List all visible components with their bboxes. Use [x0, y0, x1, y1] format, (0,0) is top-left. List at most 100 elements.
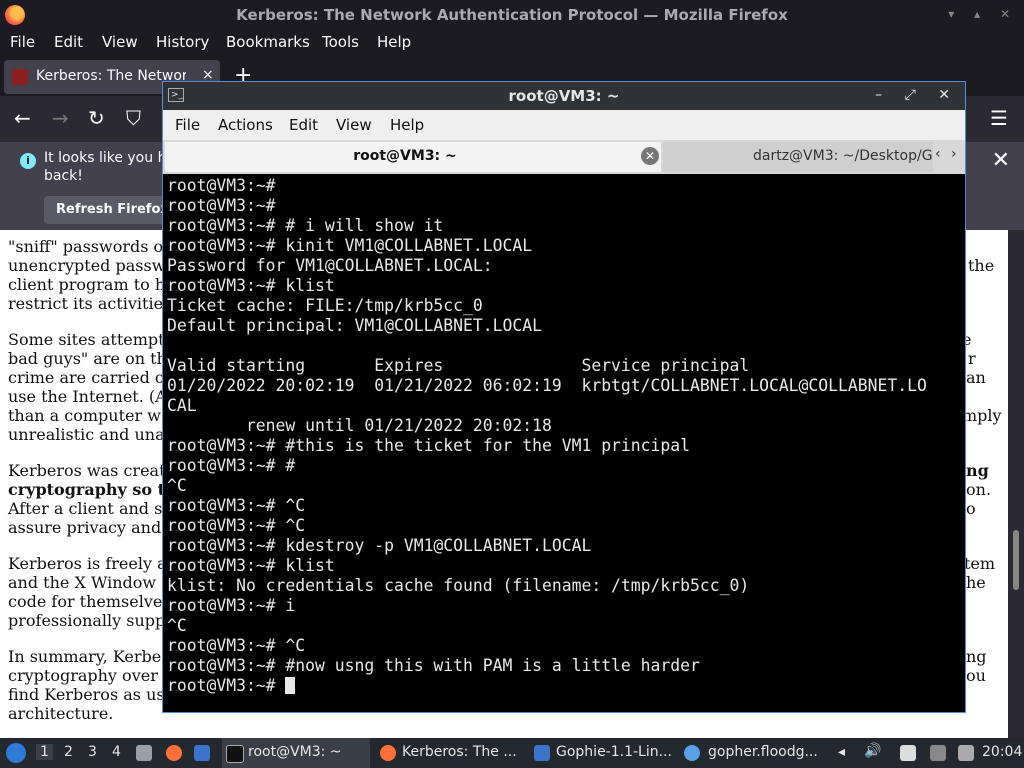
github-task-icon — [684, 745, 700, 761]
page-line: crime are carried o — [8, 368, 165, 387]
terminal-line: klist: No credentials cache found (filen… — [167, 576, 750, 595]
terminal-line: Ticket cache: FILE:/tmp/krb5cc_0 — [167, 296, 483, 315]
page-line: cryptography so t — [8, 480, 166, 499]
page-line: assure privacy and — [8, 518, 162, 537]
hamburger-menu-icon[interactable]: ☰ — [990, 106, 1008, 130]
page-line: client program to h — [8, 275, 166, 294]
firefox-window-controls[interactable]: ▾ ▴ ✕ — [948, 7, 1018, 21]
terminal-text: root@VM3:~# root@VM3:~# root@VM3:~# # i … — [167, 176, 927, 696]
terminal-line: root@VM3:~# kinit VM1@COLLABNET.LOCAL — [167, 236, 533, 255]
tab-scroll-left-icon[interactable]: ‹ — [935, 146, 941, 162]
volume-icon[interactable]: 🔊 — [864, 743, 881, 759]
terminal-titlebar[interactable]: >_ root@VM3: ~ – ⤢ ✕ — [163, 82, 965, 110]
page-fragment: an — [966, 368, 986, 387]
menu-view[interactable]: View — [102, 33, 138, 51]
refresh-firefox-label: Refresh Firefox — [56, 202, 169, 217]
task-gophie[interactable]: Gophie-1.1-Lin... — [530, 738, 680, 768]
terminal-tab-root[interactable]: root@VM3: ~ ✕ — [165, 142, 661, 172]
terminal-tabbar: root@VM3: ~ ✕ dartz@VM3: ~/Desktop/Go ‹ … — [163, 140, 965, 174]
terminal-menubar: File Actions Edit View Help — [163, 110, 965, 140]
desktop-launcher-icon[interactable] — [194, 745, 210, 761]
workspace-2[interactable]: 2 — [64, 744, 73, 760]
task-terminal[interactable]: root@VM3: ~ — [222, 738, 370, 768]
page-scrollbar[interactable] — [1008, 230, 1024, 738]
terminal-window: >_ root@VM3: ~ – ⤢ ✕ File Actions Edit V… — [162, 81, 966, 713]
terminal-line: renew until 01/21/2022 20:02:18 — [167, 416, 552, 435]
terminal-line: 01/20/2022 20:02:19 01/21/2022 06:02:19 … — [167, 376, 927, 395]
menu-edit[interactable]: Edit — [54, 33, 83, 51]
workspace-3[interactable]: 3 — [88, 744, 97, 760]
task-label: Gophie-1.1-Lin... — [556, 744, 672, 760]
clock: 20:04 — [982, 744, 1023, 760]
page-fragment: ou — [966, 666, 986, 685]
page-fragment: r — [968, 349, 976, 368]
task-label: root@VM3: ~ — [248, 744, 342, 760]
notification-close-icon[interactable]: ✕ — [992, 148, 1010, 173]
page-fragment: o — [966, 499, 976, 518]
refresh-firefox-button[interactable]: Refresh Firefox — [44, 196, 174, 224]
terminal-menu-actions[interactable]: Actions — [218, 116, 273, 134]
terminal-menu-view[interactable]: View — [336, 116, 372, 134]
terminal-task-icon — [226, 745, 244, 763]
terminal-tab-dartz[interactable]: dartz@VM3: ~/Desktop/Go — [663, 142, 933, 172]
workspace-4[interactable]: 4 — [112, 744, 121, 760]
page-line: Some sites attempt — [8, 330, 165, 349]
forward-arrow-icon[interactable]: → — [52, 106, 69, 130]
terminal-output[interactable]: root@VM3:~# root@VM3:~# root@VM3:~# # i … — [165, 175, 963, 710]
clipboard-icon[interactable] — [900, 745, 916, 761]
terminal-line: root@VM3:~# — [167, 176, 276, 195]
terminal-menu-file[interactable]: File — [175, 116, 200, 134]
files-launcher-icon[interactable] — [136, 745, 152, 761]
firefox-launcher-icon[interactable] — [166, 745, 182, 761]
terminal-line: root@VM3:~# ^C — [167, 636, 306, 655]
task-firefox[interactable]: Kerberos: The ... — [376, 738, 526, 768]
menu-help[interactable]: Help — [377, 33, 411, 51]
tray-chevron-icon[interactable]: ◂ — [838, 744, 845, 760]
page-line: Kerberos was creat — [8, 461, 166, 480]
page-line: After a client and s — [8, 499, 163, 518]
notification-text-line1: i It looks like you h — [20, 150, 167, 169]
menu-bookmarks[interactable]: Bookmarks — [226, 33, 310, 51]
page-line: professionally supp — [8, 611, 166, 630]
page-fragment: tem — [964, 554, 996, 573]
terminal-window-controls[interactable]: – ⤢ ✕ — [875, 87, 959, 103]
start-menu-icon[interactable] — [6, 743, 26, 763]
menu-tools[interactable]: Tools — [322, 33, 359, 51]
shield-icon[interactable]: ⛉ — [126, 106, 141, 130]
notifications-icon[interactable] — [958, 745, 974, 761]
page-line: cryptography over — [8, 666, 158, 685]
notification-text-line2: back! — [44, 168, 83, 184]
terminal-line: root@VM3:~# # i will show it — [167, 216, 444, 235]
page-line: than a computer w — [8, 406, 161, 425]
back-arrow-icon[interactable]: ← — [14, 106, 31, 130]
terminal-line: root@VM3:~# — [167, 676, 286, 695]
page-fragment: the — [968, 256, 995, 275]
task-gopher[interactable]: gopher.floodg... — [684, 738, 834, 768]
terminal-tab-close-icon[interactable]: ✕ — [641, 147, 659, 165]
terminal-menu-edit[interactable]: Edit — [289, 116, 318, 134]
page-fragment: on. — [966, 480, 992, 499]
tab-scroll-right-icon[interactable]: › — [951, 146, 957, 162]
terminal-line: root@VM3:~# # — [167, 456, 296, 475]
page-line: In summary, Kerbe — [8, 647, 162, 666]
terminal-line: root@VM3:~# — [167, 196, 276, 215]
favicon-icon — [12, 69, 28, 85]
info-icon: i — [20, 153, 36, 169]
page-line: unrealistic and una — [8, 425, 165, 444]
page-line: use the Internet. (A — [8, 387, 167, 406]
menu-file[interactable]: File — [10, 33, 35, 51]
terminal-line: root@VM3:~# #now usng this with PAM is a… — [167, 656, 700, 675]
page-line: bad guys" are on th — [8, 349, 167, 368]
reload-icon[interactable]: ↻ — [88, 106, 105, 130]
terminal-line: root@VM3:~# klist — [167, 276, 335, 295]
notification-message: It looks like you h — [44, 150, 167, 166]
scrollbar-thumb[interactable] — [1013, 530, 1019, 590]
page-line: restrict its activitie — [8, 294, 164, 313]
menu-history[interactable]: History — [156, 33, 209, 51]
terminal-cursor — [285, 677, 296, 694]
workspace-1[interactable]: 1 — [36, 744, 53, 760]
terminal-menu-help[interactable]: Help — [390, 116, 424, 134]
network-icon[interactable] — [930, 745, 946, 761]
page-fragment: he — [966, 573, 986, 592]
firefox-menubar: File Edit View History Bookmarks Tools H… — [0, 30, 1024, 54]
